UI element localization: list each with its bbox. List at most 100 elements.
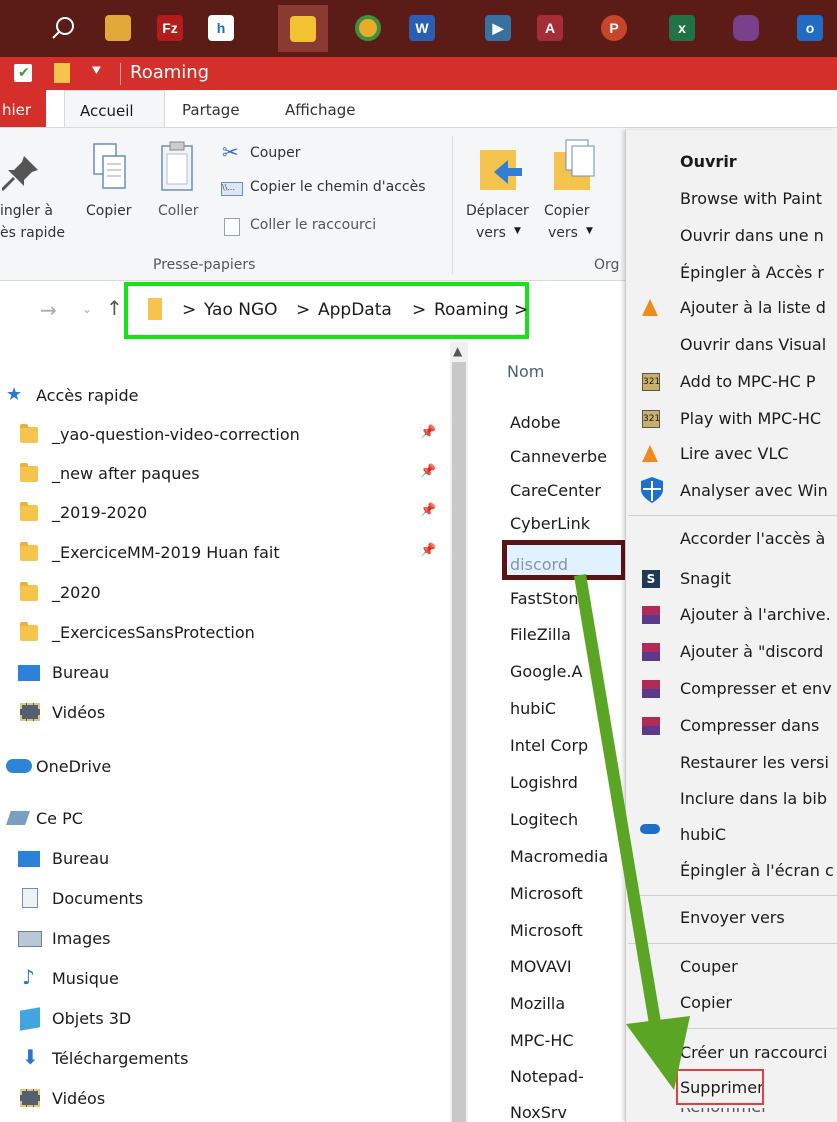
excel-icon[interactable]: x bbox=[664, 10, 700, 46]
nav-item-recent[interactable]: _ExercicesSansProtection bbox=[0, 613, 460, 651]
address-bar[interactable]: > Yao NGO > AppData > Roaming > bbox=[124, 282, 529, 339]
paste-shortcut-button[interactable]: Coller le raccourci bbox=[218, 212, 438, 240]
menu-item-snagit[interactable]: Snagit bbox=[680, 564, 837, 594]
copy-to-button[interactable]: Copier vers ▼ bbox=[540, 128, 610, 258]
cut-button[interactable]: ✂ Couper bbox=[218, 140, 418, 168]
recent-chevron-icon[interactable]: ⌄ bbox=[82, 302, 92, 316]
nav-item-pinned[interactable]: _ExerciceMM-2019 Huan fait 📌 bbox=[0, 533, 460, 571]
file-item[interactable]: MOVAVI bbox=[510, 950, 625, 982]
tab-view[interactable]: Affichage bbox=[285, 101, 355, 119]
copy-button[interactable]: Copier bbox=[82, 128, 138, 258]
menu-item-add-archive[interactable]: Ajouter à l'archive. bbox=[680, 600, 837, 630]
file-item[interactable]: Macromedia bbox=[510, 840, 625, 872]
nav-pc-images[interactable]: Images bbox=[0, 919, 460, 957]
file-item[interactable]: CyberLink bbox=[510, 512, 625, 534]
menu-item-create-shortcut[interactable]: Créer un raccourci bbox=[680, 1038, 837, 1068]
nav-item-videos[interactable]: Vidéos bbox=[0, 693, 460, 731]
scroll-up-icon[interactable]: ▲ bbox=[453, 344, 462, 358]
scrollbar-thumb[interactable] bbox=[452, 362, 466, 1122]
menu-item-share-access[interactable]: Accorder l'accès à bbox=[680, 524, 837, 554]
pin-icon[interactable]: 📌 bbox=[420, 425, 436, 440]
nav-pc-desktop[interactable]: Bureau bbox=[0, 839, 460, 877]
column-header-name[interactable]: Nom bbox=[507, 362, 544, 381]
file-item[interactable]: Microsoft bbox=[510, 877, 625, 909]
menu-item-vlc-list[interactable]: Ajouter à la liste d bbox=[680, 293, 837, 323]
nox-icon[interactable] bbox=[728, 10, 764, 46]
breadcrumb-roaming[interactable]: Roaming bbox=[434, 300, 509, 320]
menu-item-add-discord-archive[interactable]: Ajouter à "discord bbox=[680, 637, 837, 667]
h-icon[interactable]: h bbox=[203, 10, 239, 46]
move-to-button[interactable]: Déplacer vers ▼ bbox=[462, 128, 534, 258]
menu-item-pin-quick[interactable]: Épingler à Accès r bbox=[680, 258, 837, 288]
outlook-icon[interactable]: o bbox=[792, 10, 828, 46]
file-item[interactable]: NoxSrv bbox=[510, 1096, 625, 1122]
nav-item-pinned[interactable]: _yao-question-video-correction 📌 bbox=[0, 415, 460, 453]
menu-item-vlc-play[interactable]: Lire avec VLC bbox=[680, 439, 837, 469]
copy-path-button[interactable]: \\... Copier le chemin d'accès bbox=[218, 174, 458, 202]
menu-item-mpc-add[interactable]: Add to MPC-HC P bbox=[680, 367, 837, 397]
breadcrumb-appdata[interactable]: AppData bbox=[318, 300, 392, 320]
tab-share[interactable]: Partage bbox=[182, 101, 240, 119]
menu-item-include-library[interactable]: Inclure dans la bib bbox=[680, 784, 837, 814]
pin-icon[interactable]: 📌 bbox=[420, 543, 436, 558]
menu-item-visual[interactable]: Ouvrir dans Visual bbox=[680, 330, 837, 360]
nav-pc-music[interactable]: ♪ Musique bbox=[0, 959, 460, 997]
pin-icon[interactable]: 📌 bbox=[420, 464, 436, 479]
file-item[interactable]: Intel Corp bbox=[510, 729, 625, 761]
nav-item-recent[interactable]: _2020 bbox=[0, 573, 460, 611]
media-icon[interactable]: ▶ bbox=[480, 10, 516, 46]
file-item[interactable]: hubiC bbox=[510, 692, 625, 724]
nav-pc-downloads[interactable]: ⬇ Téléchargements bbox=[0, 1039, 460, 1077]
menu-item-paint[interactable]: Browse with Paint bbox=[680, 184, 837, 214]
nav-pc-videos[interactable]: Vidéos bbox=[0, 1079, 460, 1117]
explorer-icon[interactable] bbox=[278, 5, 328, 52]
file-item[interactable]: Logitech bbox=[510, 803, 625, 835]
up-icon[interactable]: ↑ bbox=[106, 296, 123, 320]
nav-item-desktop[interactable]: Bureau bbox=[0, 653, 460, 691]
breadcrumb-yao-ngo[interactable]: Yao NGO bbox=[204, 300, 278, 320]
search-icon[interactable] bbox=[46, 10, 82, 46]
nav-pc-3d-objects[interactable]: Objets 3D bbox=[0, 999, 460, 1037]
filezilla-icon[interactable]: Fz bbox=[152, 10, 188, 46]
file-item[interactable]: Notepad- bbox=[510, 1060, 625, 1092]
powerpoint-icon[interactable]: P bbox=[596, 10, 632, 46]
nav-quick-access[interactable]: ★ Accès rapide bbox=[0, 376, 460, 414]
word-icon[interactable]: W bbox=[404, 10, 440, 46]
file-item[interactable]: Logishrd bbox=[510, 766, 625, 798]
menu-item-rename[interactable]: Renommer bbox=[680, 1108, 837, 1122]
menu-item-defender[interactable]: Analyser avec Win bbox=[680, 476, 837, 506]
nav-onedrive[interactable]: OneDrive bbox=[0, 747, 460, 785]
menu-item-compress-in[interactable]: Compresser dans bbox=[680, 711, 837, 741]
file-item[interactable]: FileZilla bbox=[510, 618, 625, 650]
menu-item-restore-versions[interactable]: Restaurer les versi bbox=[680, 748, 837, 778]
file-item[interactable]: Adobe bbox=[510, 406, 625, 438]
menu-item-cut[interactable]: Couper bbox=[680, 952, 837, 982]
file-item[interactable]: Mozilla bbox=[510, 987, 625, 1019]
nav-item-pinned[interactable]: _new after paques 📌 bbox=[0, 454, 460, 492]
pin-icon[interactable]: 📌 bbox=[420, 503, 436, 518]
file-item[interactable]: FastStone bbox=[510, 582, 625, 614]
quick-access-dropdown-icon[interactable]: ⯆ bbox=[90, 61, 103, 81]
pin-quick-access-button[interactable]: ingler à ès rapide bbox=[0, 128, 70, 258]
file-item[interactable]: Microsoft bbox=[510, 914, 625, 946]
tab-home[interactable]: Accueil bbox=[64, 90, 165, 128]
tab-file[interactable]: hier bbox=[0, 90, 46, 127]
file-item[interactable]: Canneverbe bbox=[510, 440, 625, 472]
file-item[interactable]: CareCenter bbox=[510, 474, 625, 506]
paste-button[interactable]: Coller bbox=[152, 128, 208, 258]
new-folder-icon[interactable] bbox=[54, 63, 70, 83]
forward-icon[interactable]: → bbox=[40, 298, 57, 322]
chrome-icon[interactable] bbox=[350, 10, 386, 46]
nav-item-pinned[interactable]: _2019-2020 📌 bbox=[0, 493, 460, 531]
access-icon[interactable]: A bbox=[532, 10, 568, 46]
file-item[interactable]: MPC-HC bbox=[510, 1024, 625, 1056]
menu-item-mpc-play[interactable]: Play with MPC-HC bbox=[680, 404, 837, 434]
menu-item-open-new[interactable]: Ouvrir dans une n bbox=[680, 221, 837, 251]
menu-item-open[interactable]: Ouvrir bbox=[680, 147, 837, 177]
menu-item-compress-send[interactable]: Compresser et env bbox=[680, 674, 837, 704]
app-icon[interactable] bbox=[100, 10, 136, 46]
menu-item-pin-start[interactable]: Épingler à l'écran c bbox=[680, 856, 837, 886]
menu-item-send-to[interactable]: Envoyer vers bbox=[680, 903, 837, 933]
menu-item-copy[interactable]: Copier bbox=[680, 988, 837, 1018]
nav-this-pc[interactable]: Ce PC bbox=[0, 799, 460, 837]
